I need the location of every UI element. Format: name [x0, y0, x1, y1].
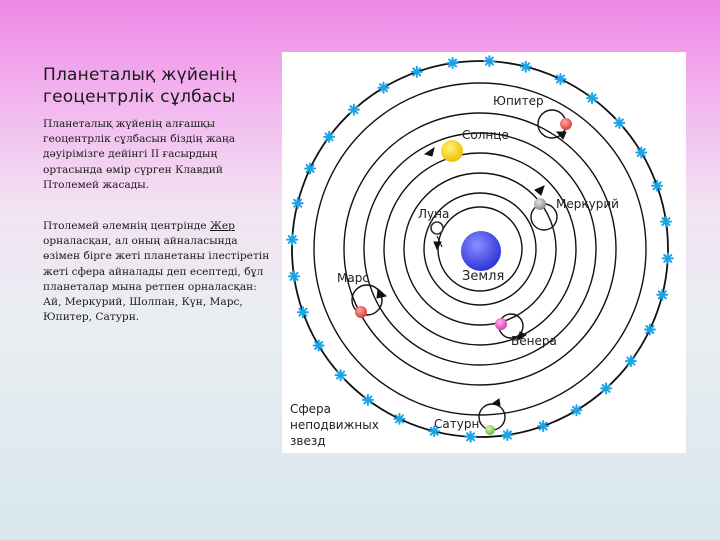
mars-planet [355, 306, 367, 318]
mars-motion-arrow [376, 287, 388, 299]
paragraph-text-end: орналасқан, ал оның айналасында өзімен б… [43, 235, 270, 324]
mercury-label: Меркурий [556, 197, 619, 211]
saturn-label: Сатурн [434, 417, 479, 431]
geocentric-diagram: Земля Луна Меркурий Венера Солнце Марс Ю… [282, 52, 686, 453]
sun-planet [441, 140, 463, 162]
moon-arrow-head [433, 241, 442, 251]
star-marker [586, 92, 599, 105]
ptolemy-paragraph: Птолемей әлемнің центрінде Жер орналасқа… [43, 219, 275, 325]
star-marker [312, 339, 325, 352]
star-marker [660, 215, 672, 228]
moon-label: Луна [418, 207, 449, 221]
star-marker [377, 81, 390, 94]
venus-label: Венера [511, 334, 557, 348]
earth-underlined-word: Жер [209, 220, 235, 232]
star-marker [651, 179, 664, 192]
intro-paragraph: Планеталық жүйенің алғашқы геоцентрлік с… [43, 118, 236, 191]
star-marker [291, 197, 304, 210]
saturn-motion-arrow [490, 398, 501, 406]
mars-label: Марс [337, 271, 369, 285]
star-marker [347, 103, 360, 116]
sun-motion-arrow [423, 146, 435, 157]
earth-planet [461, 231, 501, 271]
jupiter-label: Юпитер [493, 94, 544, 108]
star-marker [656, 288, 669, 301]
star-marker [323, 130, 336, 143]
sun-label: Солнце [462, 128, 509, 142]
slide-title: Планеталық жүйенің геоцентрлік сұлбасы [43, 65, 237, 107]
geocentric-diagram-svg: Земля Луна Меркурий Венера Солнце Марс Ю… [286, 55, 674, 448]
star-marker [600, 382, 613, 395]
star-marker [296, 306, 309, 319]
jupiter-planet [560, 118, 572, 130]
star-marker [661, 252, 674, 265]
star-marker [570, 404, 583, 417]
star-marker [286, 233, 299, 246]
star-marker [624, 355, 637, 368]
star-marker [501, 429, 514, 441]
fixed-stars-label-line3: звезд [290, 434, 326, 448]
mercury-planet [534, 198, 546, 210]
star-marker [304, 162, 317, 175]
star-marker [519, 60, 532, 73]
star-marker [464, 430, 477, 443]
star-marker [393, 412, 406, 425]
star-marker [613, 116, 626, 129]
paragraph-text-start: Птолемей әлемнің центрінде [43, 220, 210, 232]
saturn-planet [485, 425, 495, 435]
mercury-motion-arrow [534, 185, 545, 196]
star-marker [537, 420, 550, 433]
star-marker [361, 393, 374, 406]
star-marker [554, 73, 567, 86]
star-marker [410, 65, 423, 78]
star-marker [483, 55, 496, 68]
venus-planet [495, 318, 507, 330]
star-marker [288, 270, 300, 283]
moon-planet [434, 225, 440, 231]
star-marker [446, 57, 459, 69]
earth-label: Земля [462, 269, 504, 284]
fixed-stars-label-line2: неподвижных [290, 418, 379, 432]
star-marker [635, 146, 648, 159]
star-marker [643, 323, 656, 336]
star-marker [334, 369, 347, 382]
fixed-stars-label-line1: Сфера [290, 402, 331, 416]
